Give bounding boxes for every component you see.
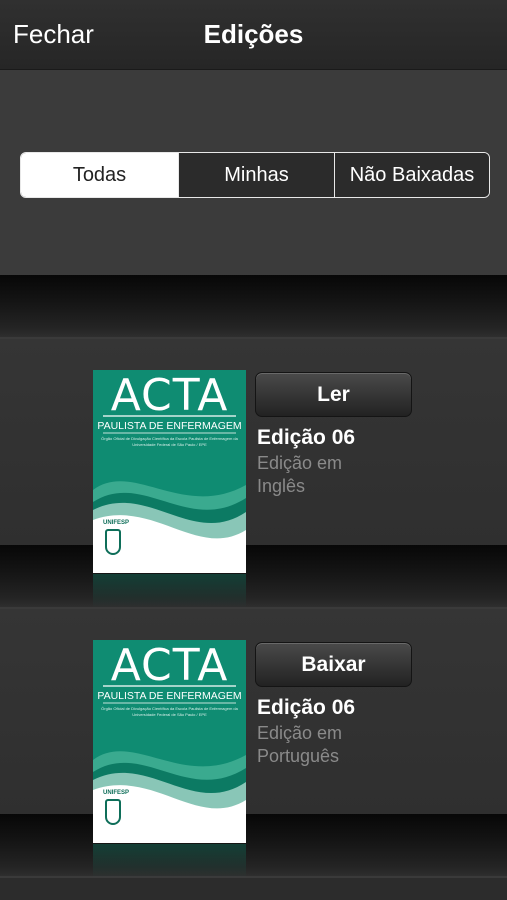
- cover-logo-text: ACTA: [110, 370, 229, 421]
- page-title: Edições: [203, 19, 304, 49]
- unifesp-seal-icon: [105, 799, 121, 825]
- segment-nao-baixadas[interactable]: Não Baixadas: [334, 153, 489, 197]
- cover-logo-text: ACTA: [110, 640, 229, 691]
- cover-subtitle: PAULISTA DE ENFERMAGEM: [97, 420, 242, 432]
- segment-todas[interactable]: Todas: [21, 153, 178, 197]
- cover-seal-text: UNIFESP: [103, 520, 130, 526]
- cover-reflection: [93, 844, 246, 878]
- cover-subtitle: PAULISTA DE ENFERMAGEM: [97, 690, 242, 702]
- cover-reflection: [93, 574, 246, 608]
- edition-cover[interactable]: ACTA PAULISTA DE ENFERMAGEM Órgão Oficia…: [93, 640, 246, 843]
- edition-filter-segmented-control: Todas Minhas Não Baixadas: [20, 152, 490, 198]
- edition-item: ACTA PAULISTA DE ENFERMAGEM Órgão Oficia…: [0, 640, 507, 880]
- read-button[interactable]: Ler: [255, 372, 412, 417]
- shelf-divider: [0, 275, 507, 339]
- navigation-bar: Fechar Edições: [0, 0, 507, 70]
- cover-seal-text: UNIFESP: [103, 790, 130, 796]
- edition-title: Edição 06: [257, 426, 356, 449]
- edition-cover[interactable]: ACTA PAULISTA DE ENFERMAGEM Órgão Oficia…: [93, 370, 246, 573]
- download-button[interactable]: Baixar: [255, 642, 412, 687]
- edition-item: ACTA PAULISTA DE ENFERMAGEM Órgão Oficia…: [0, 370, 507, 610]
- cover-small-text: Órgão Oficial de Divulgação Científica d…: [101, 436, 238, 447]
- cover-small-text: Órgão Oficial de Divulgação Científica d…: [101, 706, 238, 717]
- edition-title: Edição 06: [257, 696, 356, 719]
- edition-description: Edição em Português: [257, 723, 343, 766]
- segment-minhas[interactable]: Minhas: [178, 153, 334, 197]
- unifesp-seal-icon: [105, 529, 121, 555]
- filter-area: Todas Minhas Não Baixadas: [0, 70, 507, 275]
- edition-description: Edição em Inglês: [257, 453, 343, 496]
